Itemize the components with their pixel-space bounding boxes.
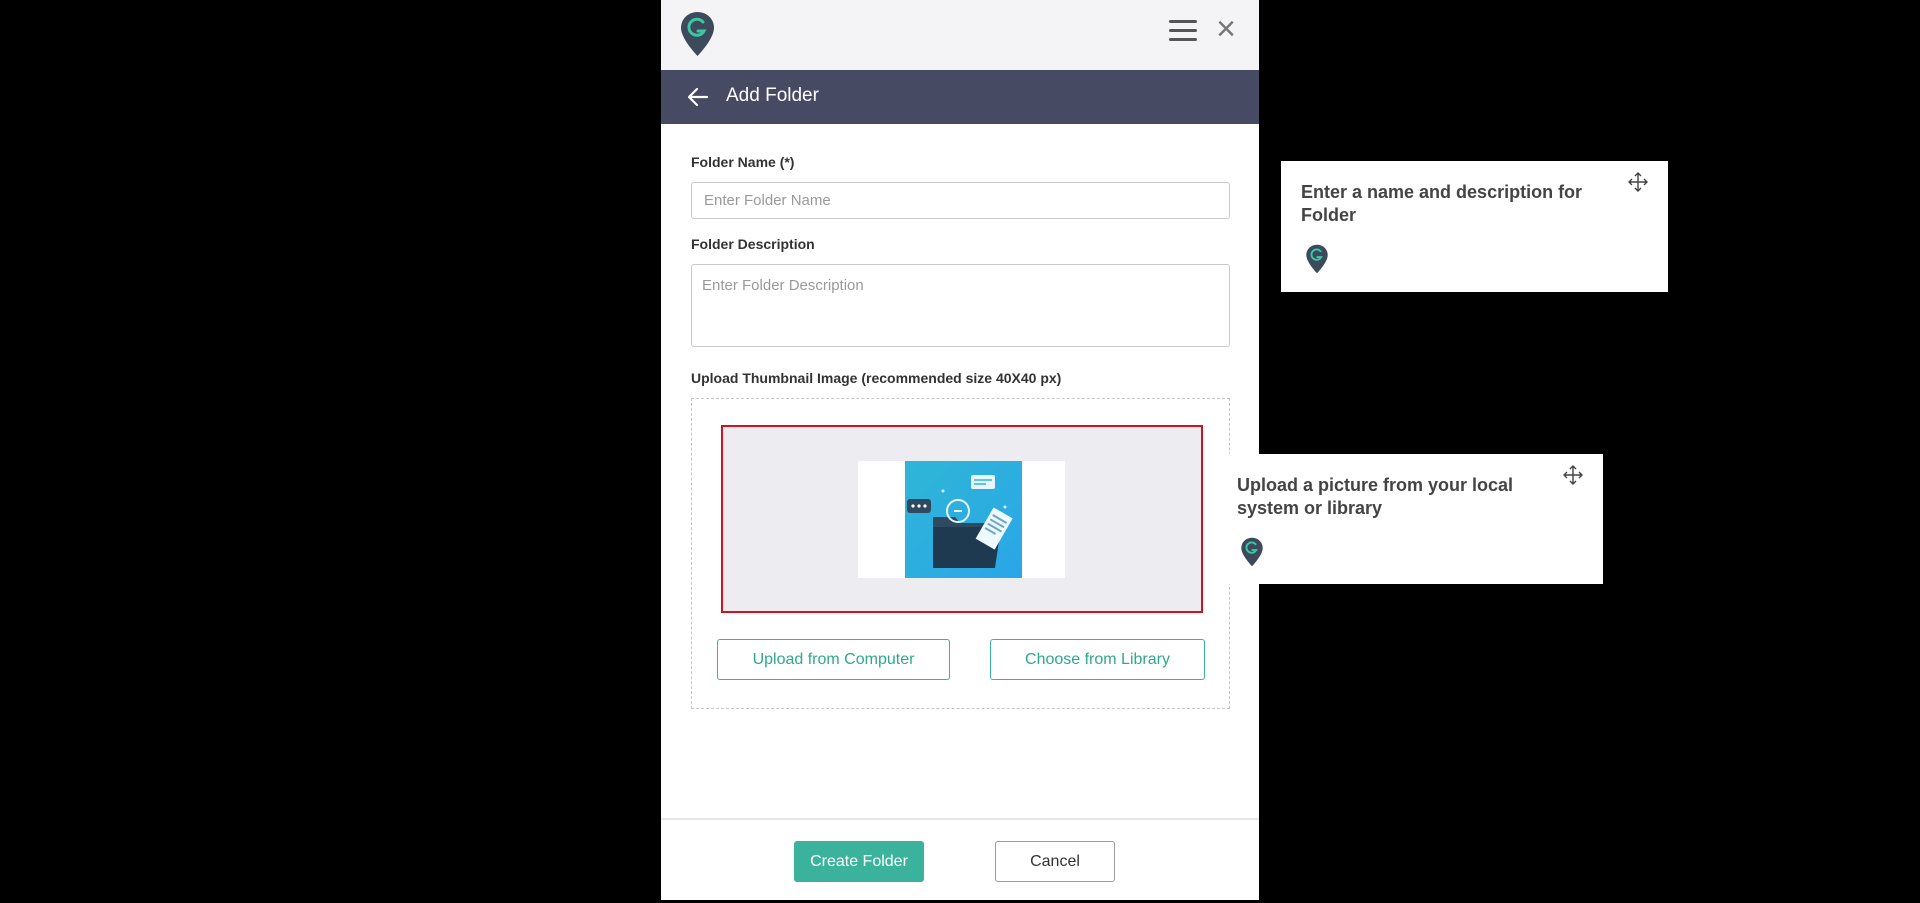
arrow-left-icon[interactable] [685,84,711,110]
page-title: Add Folder [726,85,819,106]
guide-tooltip-upload-picture: Upload a picture from your local system … [1217,454,1603,584]
choose-from-library-button[interactable]: Choose from Library [990,639,1205,680]
hamburger-menu-icon[interactable] [1169,20,1197,44]
add-folder-panel: × Add Folder Folder Name (*) Folder Desc… [661,0,1259,900]
location-pin-g-logo-icon [1306,244,1328,274]
thumbnail-label: Upload Thumbnail Image (recommended size… [691,370,1062,386]
upload-from-computer-button[interactable]: Upload from Computer [717,639,950,680]
tooltip-pointer [1207,509,1217,527]
folder-description-input[interactable] [691,264,1230,347]
header-bar: Add Folder [661,70,1259,124]
location-pin-g-logo-icon [1241,537,1263,567]
guide-tooltip-name-description: Enter a name and description for Folder [1281,161,1668,292]
footer-divider [661,818,1259,820]
tooltip-text: Enter a name and description for Folder [1301,182,1583,225]
folder-name-label: Folder Name (*) [691,154,795,170]
tooltip-text: Upload a picture from your local system … [1237,475,1514,518]
folder-name-input[interactable] [691,182,1230,219]
thumbnail-upload-area: Upload from Computer Choose from Library [691,398,1230,709]
thumbnail-preview-frame[interactable] [721,425,1203,613]
location-pin-g-logo-icon [681,12,714,56]
folder-description-label: Folder Description [691,236,815,252]
move-arrows-icon[interactable] [1627,171,1649,193]
folder-illustration-image [905,461,1022,578]
create-folder-button[interactable]: Create Folder [794,841,924,882]
close-icon[interactable]: × [1211,12,1241,48]
top-bar: × [661,0,1259,70]
move-arrows-icon[interactable] [1562,464,1584,486]
cancel-button[interactable]: Cancel [995,841,1115,882]
